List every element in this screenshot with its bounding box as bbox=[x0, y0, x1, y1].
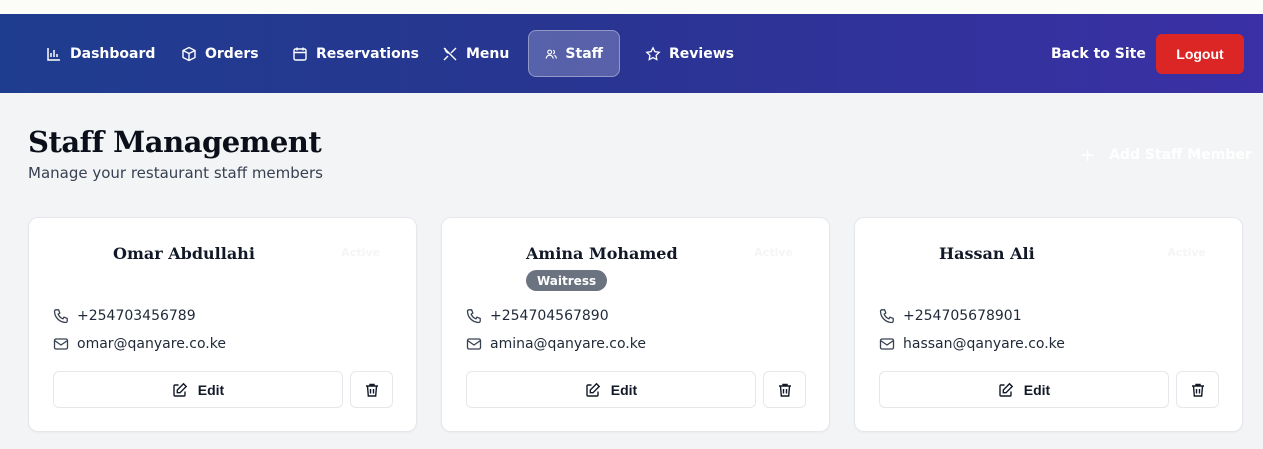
calendar-icon bbox=[293, 47, 307, 61]
staff-name: Hassan Ali bbox=[939, 244, 1035, 263]
phone-icon bbox=[466, 309, 481, 324]
edit-button[interactable]: Edit bbox=[466, 371, 756, 408]
edit-button[interactable]: Edit bbox=[53, 371, 343, 408]
delete-button[interactable] bbox=[763, 371, 806, 408]
page-title: Staff Management bbox=[28, 125, 322, 159]
email-address: amina@qanyare.co.ke bbox=[490, 336, 646, 352]
nav-reviews-label: Reviews bbox=[669, 45, 734, 62]
status-badge: Active bbox=[341, 246, 380, 259]
staff-card: Omar Abdullahi Active +254703456789 omar… bbox=[28, 217, 417, 432]
nav-reservations[interactable]: Reservations bbox=[276, 30, 435, 77]
phone-row: +254704567890 bbox=[466, 308, 609, 324]
edit-label: Edit bbox=[610, 381, 638, 398]
top-strip bbox=[0, 0, 1263, 14]
staff-name: Amina Mohamed bbox=[526, 244, 678, 263]
back-to-site-link[interactable]: Back to Site bbox=[1036, 30, 1161, 77]
delete-button[interactable] bbox=[350, 371, 393, 408]
nav-reviews[interactable]: Reviews bbox=[629, 30, 750, 77]
mail-icon bbox=[53, 338, 69, 350]
delete-button[interactable] bbox=[1176, 371, 1219, 408]
trash-icon bbox=[1191, 383, 1204, 397]
email-address: omar@qanyare.co.ke bbox=[77, 336, 226, 352]
page-subtitle: Manage your restaurant staff members bbox=[28, 164, 323, 182]
nav-orders[interactable]: Orders bbox=[165, 30, 275, 77]
phone-row: +254703456789 bbox=[53, 308, 196, 324]
nav-dashboard[interactable]: Dashboard bbox=[30, 30, 171, 77]
email-address: hassan@qanyare.co.ke bbox=[903, 336, 1065, 352]
add-staff-button[interactable]: + Add Staff Member bbox=[1072, 140, 1260, 170]
email-row: hassan@qanyare.co.ke bbox=[879, 336, 1065, 352]
star-icon bbox=[645, 45, 661, 61]
plus-icon: + bbox=[1080, 144, 1096, 166]
phone-number: +254705678901 bbox=[903, 308, 1022, 324]
phone-number: +254704567890 bbox=[490, 308, 609, 324]
trash-icon bbox=[365, 383, 378, 397]
nav-menu-label: Menu bbox=[466, 45, 510, 62]
status-badge: Active bbox=[754, 246, 793, 259]
utensils-icon bbox=[443, 47, 457, 60]
phone-number: +254703456789 bbox=[77, 308, 196, 324]
staff-card: Hassan Ali Active +254705678901 hassan@q… bbox=[854, 217, 1243, 432]
nav-staff[interactable]: Staff bbox=[528, 30, 620, 77]
nav-orders-label: Orders bbox=[205, 45, 259, 62]
email-row: amina@qanyare.co.ke bbox=[466, 336, 646, 352]
nav-menu[interactable]: Menu bbox=[426, 30, 525, 77]
nav-staff-label: Staff bbox=[565, 45, 603, 62]
mail-icon bbox=[879, 338, 895, 350]
add-staff-label: Add Staff Member bbox=[1109, 147, 1252, 163]
logout-button[interactable]: Logout bbox=[1156, 34, 1244, 74]
admin-navbar: Dashboard Orders Reservations Menu Staff… bbox=[0, 14, 1263, 93]
nav-reservations-label: Reservations bbox=[316, 45, 419, 62]
package-icon bbox=[182, 46, 196, 61]
edit-label: Edit bbox=[1023, 381, 1051, 398]
edit-icon bbox=[173, 382, 187, 397]
staff-name: Omar Abdullahi bbox=[113, 244, 255, 263]
staff-card: Amina Mohamed Active Waitress +254704567… bbox=[441, 217, 830, 432]
bar-chart-icon bbox=[47, 47, 60, 61]
phone-icon bbox=[879, 309, 894, 324]
edit-icon bbox=[999, 382, 1013, 397]
role-badge: Waitress bbox=[526, 270, 608, 291]
edit-label: Edit bbox=[197, 381, 225, 398]
phone-row: +254705678901 bbox=[879, 308, 1022, 324]
edit-button[interactable]: Edit bbox=[879, 371, 1169, 408]
status-badge: Active bbox=[1167, 246, 1206, 259]
nav-dashboard-label: Dashboard bbox=[70, 45, 156, 62]
email-row: omar@qanyare.co.ke bbox=[53, 336, 226, 352]
phone-icon bbox=[53, 309, 68, 324]
users-icon bbox=[545, 49, 557, 59]
mail-icon bbox=[466, 338, 482, 350]
trash-icon bbox=[778, 383, 791, 397]
edit-icon bbox=[586, 382, 600, 397]
